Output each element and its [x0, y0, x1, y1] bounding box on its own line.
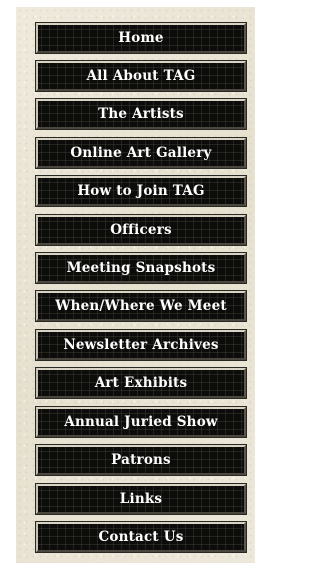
nav-item-label: Contact Us	[98, 529, 184, 545]
nav-item-art-exhibits[interactable]: Art Exhibits	[36, 368, 246, 398]
nav-item-all-about-tag[interactable]: All About TAG	[36, 61, 246, 91]
nav-item-label: Officers	[110, 222, 172, 238]
nav-item-label: Annual Juried Show	[64, 414, 218, 430]
nav-item-label: Meeting Snapshots	[66, 260, 216, 276]
nav-item-home[interactable]: Home	[36, 23, 246, 53]
nav-item-label: When/Where We Meet	[55, 298, 227, 314]
nav-item-label: Home	[118, 30, 164, 46]
nav-item-label: How to Join TAG	[77, 183, 205, 199]
navigation-panel: Home All About TAG The Artists Online Ar…	[16, 7, 255, 563]
nav-item-label: Art Exhibits	[94, 375, 188, 391]
nav-item-meeting-snapshots[interactable]: Meeting Snapshots	[36, 253, 246, 283]
nav-item-label: Links	[119, 491, 163, 507]
nav-item-label: The Artists	[98, 106, 184, 122]
nav-item-newsletter-archives[interactable]: Newsletter Archives	[36, 330, 246, 360]
nav-item-label: Online Art Gallery	[70, 145, 212, 161]
nav-item-label: All About TAG	[86, 68, 196, 84]
nav-item-annual-juried-show[interactable]: Annual Juried Show	[36, 407, 246, 437]
nav-item-online-art-gallery[interactable]: Online Art Gallery	[36, 138, 246, 168]
nav-item-contact-us[interactable]: Contact Us	[36, 522, 246, 552]
nav-item-links[interactable]: Links	[36, 484, 246, 514]
nav-item-when-where-we-meet[interactable]: When/Where We Meet	[36, 291, 246, 321]
nav-item-officers[interactable]: Officers	[36, 215, 246, 245]
nav-item-label: Newsletter Archives	[63, 337, 219, 353]
nav-item-how-to-join-tag[interactable]: How to Join TAG	[36, 176, 246, 206]
nav-item-the-artists[interactable]: The Artists	[36, 99, 246, 129]
nav-item-label: Patrons	[111, 452, 171, 468]
nav-item-patrons[interactable]: Patrons	[36, 445, 246, 475]
